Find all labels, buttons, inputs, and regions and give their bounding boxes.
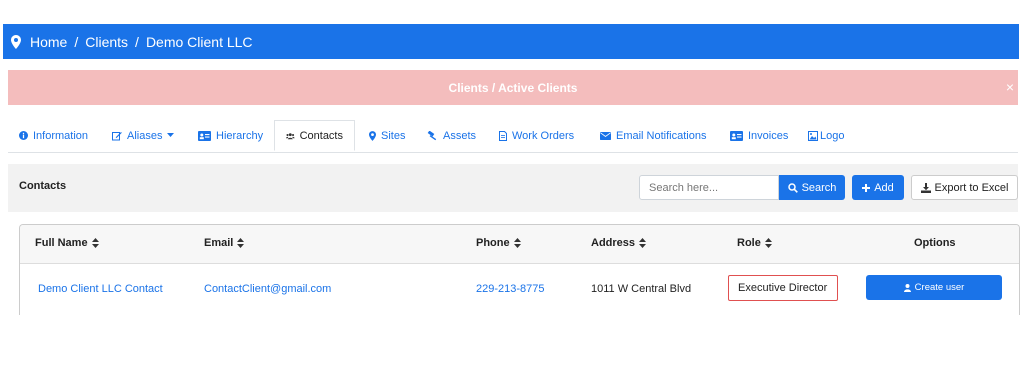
edit-icon: [112, 131, 122, 140]
add-button-label: Add: [874, 181, 894, 194]
document-icon: [499, 130, 507, 141]
create-user-label: Create user: [914, 282, 965, 293]
column-header-email[interactable]: Email: [204, 237, 245, 249]
hammer-icon: [427, 130, 437, 140]
search-button-label: Search: [801, 181, 837, 194]
tab-logo[interactable]: Logo: [808, 120, 844, 151]
contacts-table: Full Name Email Phone Address Role Optio…: [19, 224, 1020, 315]
column-header-phone[interactable]: Phone: [476, 237, 521, 249]
contact-address: 1011 W Central Blvd: [591, 283, 692, 295]
plus-icon: [862, 183, 871, 192]
tab-work-orders[interactable]: Work Orders: [499, 120, 574, 151]
search-icon: [787, 182, 798, 193]
tab-label: Logo: [820, 129, 845, 142]
user-icon: [903, 283, 911, 292]
info-icon: [19, 131, 28, 140]
caret-down-icon: [167, 133, 175, 137]
column-header-role[interactable]: Role: [737, 237, 772, 249]
tab-bar: Information Aliases Hierarchy Contacts S…: [8, 120, 1018, 153]
tab-assets[interactable]: Assets: [427, 120, 476, 151]
alert-text: Clients / Active Clients: [448, 80, 578, 95]
tab-label: Invoices: [748, 129, 789, 142]
map-marker-icon: [11, 34, 21, 49]
sort-icon: [237, 238, 245, 248]
search-button[interactable]: Search: [779, 175, 845, 200]
tab-hierarchy[interactable]: Hierarchy: [198, 120, 263, 151]
column-header-address[interactable]: Address: [591, 237, 647, 249]
contact-phone-link[interactable]: 229-213-8775: [476, 283, 545, 295]
tab-information[interactable]: Information: [19, 120, 88, 151]
alert-banner: Clients / Active Clients ×: [8, 70, 1018, 105]
tab-label: Work Orders: [512, 129, 575, 142]
tab-email-notifications[interactable]: Email Notifications: [600, 120, 706, 151]
column-label: Email: [204, 237, 234, 249]
column-label: Role: [737, 237, 761, 249]
breadcrumb-clients[interactable]: Clients: [85, 34, 128, 50]
id-card-icon: [198, 130, 211, 141]
tab-label: Aliases: [127, 129, 163, 142]
tab-contacts[interactable]: Contacts: [274, 120, 355, 151]
users-icon: [286, 132, 295, 139]
breadcrumb-separator: /: [74, 33, 79, 50]
breadcrumb-bar: Home / Clients / Demo Client LLC: [3, 24, 1019, 59]
column-label: Options: [914, 237, 956, 249]
tab-label: Assets: [443, 129, 477, 142]
panel-title: Contacts: [19, 180, 67, 192]
image-icon: [808, 130, 818, 141]
column-label: Full Name: [35, 237, 88, 249]
tab-sites[interactable]: Sites: [369, 120, 405, 151]
breadcrumb-current: Demo Client LLC: [145, 33, 253, 50]
column-header-options: Options: [914, 237, 956, 249]
tab-invoices[interactable]: Invoices: [730, 120, 788, 151]
download-icon: [920, 182, 931, 193]
column-header-full-name[interactable]: Full Name: [35, 237, 99, 249]
sort-icon: [639, 238, 647, 248]
contact-full-name-link[interactable]: Demo Client LLC Contact: [38, 283, 163, 295]
column-label: Address: [591, 237, 636, 249]
sort-icon: [764, 238, 772, 248]
tab-label: Sites: [381, 129, 406, 142]
sort-icon: [91, 238, 99, 248]
tab-label: Information: [33, 129, 89, 142]
id-card-icon: [730, 130, 743, 141]
table-row: Demo Client LLC Contact ContactClient@gm…: [20, 264, 1019, 315]
contacts-panel-header: Contacts Search Add Export to Excel: [8, 164, 1018, 212]
add-button[interactable]: Add: [852, 175, 904, 200]
contact-email-link[interactable]: ContactClient@gmail.com: [204, 283, 331, 295]
create-user-button[interactable]: Create user: [866, 275, 1002, 300]
contact-role-highlighted: Executive Director: [728, 275, 838, 301]
sort-icon: [513, 238, 521, 248]
column-label: Phone: [476, 237, 510, 249]
close-icon[interactable]: ×: [1006, 79, 1014, 95]
breadcrumb-home[interactable]: Home: [30, 34, 67, 50]
table-header: Full Name Email Phone Address Role Optio…: [20, 225, 1019, 264]
search-input[interactable]: [639, 175, 779, 200]
map-pin-icon: [369, 130, 376, 141]
tab-label: Email Notifications: [616, 129, 707, 142]
export-button-label: Export to Excel: [934, 181, 1009, 194]
tab-label: Hierarchy: [216, 129, 264, 142]
breadcrumb-separator: /: [135, 33, 139, 50]
tab-aliases[interactable]: Aliases: [112, 120, 175, 151]
envelope-icon: [600, 131, 611, 140]
tab-label: Contacts: [299, 129, 343, 142]
contact-role: Executive Director: [738, 282, 828, 294]
export-to-excel-button[interactable]: Export to Excel: [911, 175, 1018, 200]
